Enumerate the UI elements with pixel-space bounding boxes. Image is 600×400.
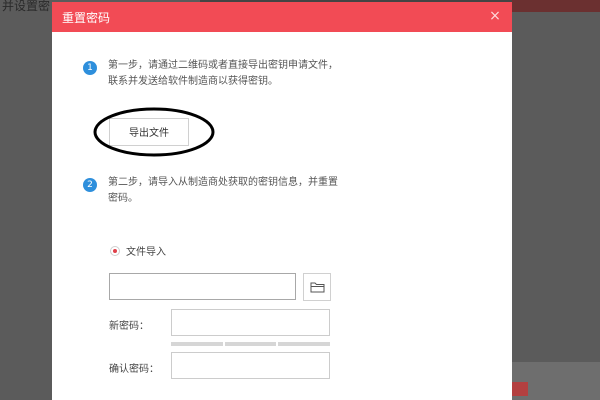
background-text: 并设置密 (2, 0, 51, 13)
step-1-line-1: 第一步，请通过二维码或者直接导出密钥申请文件， (108, 60, 338, 71)
background-corner-mark (512, 382, 528, 396)
file-path-input[interactable] (109, 273, 296, 300)
export-file-button[interactable]: 导出文件 (109, 118, 189, 146)
strength-bar-2 (225, 342, 276, 346)
step-1-badge: 1 (83, 61, 97, 75)
folder-icon (310, 282, 325, 293)
strength-bar-1 (171, 342, 223, 346)
file-import-radio[interactable] (110, 246, 120, 256)
background-red-bar (512, 0, 600, 12)
reset-password-dialog: 重置密码 × 1 第一步，请通过二维码或者直接导出密钥申请文件， 联系并发送给软… (52, 2, 512, 400)
confirm-password-input[interactable] (171, 352, 330, 379)
new-password-input[interactable] (171, 309, 330, 336)
close-icon[interactable]: × (486, 7, 504, 25)
step-2-line-1: 第二步，请导入从制造商处获取的密钥信息，并重置 (108, 177, 338, 188)
new-password-label: 新密码： (109, 321, 149, 332)
step-2-line-2: 密码。 (108, 193, 138, 204)
step-2-text: 第二步，请导入从制造商处获取的密钥信息，并重置 密码。 (108, 175, 408, 207)
step-1-line-2: 联系并发送给软件制造商以获得密钥。 (108, 76, 278, 87)
radio-selected-dot (113, 249, 117, 253)
browse-folder-button[interactable] (303, 273, 331, 301)
step-2-badge: 2 (83, 178, 97, 192)
confirm-password-label: 确认密码： (109, 364, 159, 375)
dialog-header: 重置密码 × (52, 2, 512, 32)
strength-bar-3 (278, 342, 330, 346)
file-import-label[interactable]: 文件导入 (126, 243, 166, 258)
background-corner-logo (512, 362, 600, 400)
dialog-title: 重置密码 (62, 11, 111, 25)
step-1-text: 第一步，请通过二维码或者直接导出密钥申请文件， 联系并发送给软件制造商以获得密钥… (108, 58, 408, 90)
